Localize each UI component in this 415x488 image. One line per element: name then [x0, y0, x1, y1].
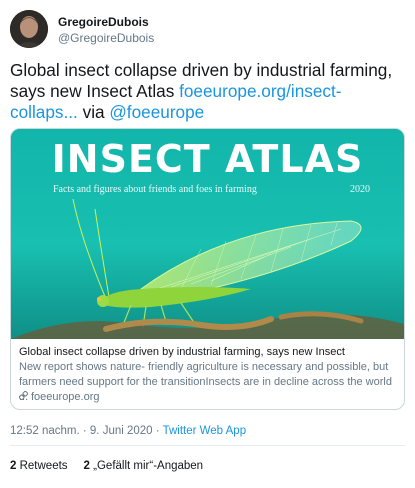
- card-title[interactable]: Global insect collapse driven by industr…: [19, 346, 345, 358]
- author-display-name[interactable]: GregoireDubois: [58, 15, 149, 29]
- retweets-stat[interactable]: 2 Retweets: [10, 460, 68, 472]
- card-domain-text: foeeurope.org: [31, 391, 100, 403]
- card-image: INSECT ATLAS Facts and figures about fri…: [11, 129, 404, 339]
- divider: [10, 445, 405, 446]
- card-domain: foeeurope.org: [18, 390, 100, 403]
- author-handle[interactable]: @GregoireDubois: [58, 31, 154, 45]
- tweet: GregoireDubois @GregoireDubois Global in…: [0, 0, 415, 488]
- tweet-stats: 2 Retweets 2 „Gefällt mir“-Angaben: [10, 460, 203, 472]
- likes-label: „Gefällt mir“-Angaben: [89, 460, 204, 472]
- avatar[interactable]: [10, 10, 48, 48]
- client-link[interactable]: Twitter Web App: [163, 425, 247, 437]
- likes-stat[interactable]: 2 „Gefällt mir“-Angaben: [84, 460, 204, 472]
- tweet-text-via: via: [77, 102, 110, 122]
- retweets-label: Retweets: [16, 460, 68, 472]
- card-image-title: INSECT ATLAS: [51, 137, 364, 181]
- timestamp[interactable]: 12:52 nachm. · 9. Juni 2020 ·: [10, 425, 163, 437]
- link-card[interactable]: INSECT ATLAS Facts and figures about fri…: [10, 128, 405, 410]
- link-icon: [18, 390, 29, 403]
- tweet-meta: 12:52 nachm. · 9. Juni 2020 · Twitter We…: [10, 425, 246, 437]
- mention-link[interactable]: @foeeurope: [109, 102, 204, 122]
- card-image-year: 2020: [350, 184, 370, 195]
- card-image-subtitle: Facts and figures about friends and foes…: [53, 184, 257, 195]
- tweet-text: Global insect collapse driven by industr…: [10, 60, 408, 123]
